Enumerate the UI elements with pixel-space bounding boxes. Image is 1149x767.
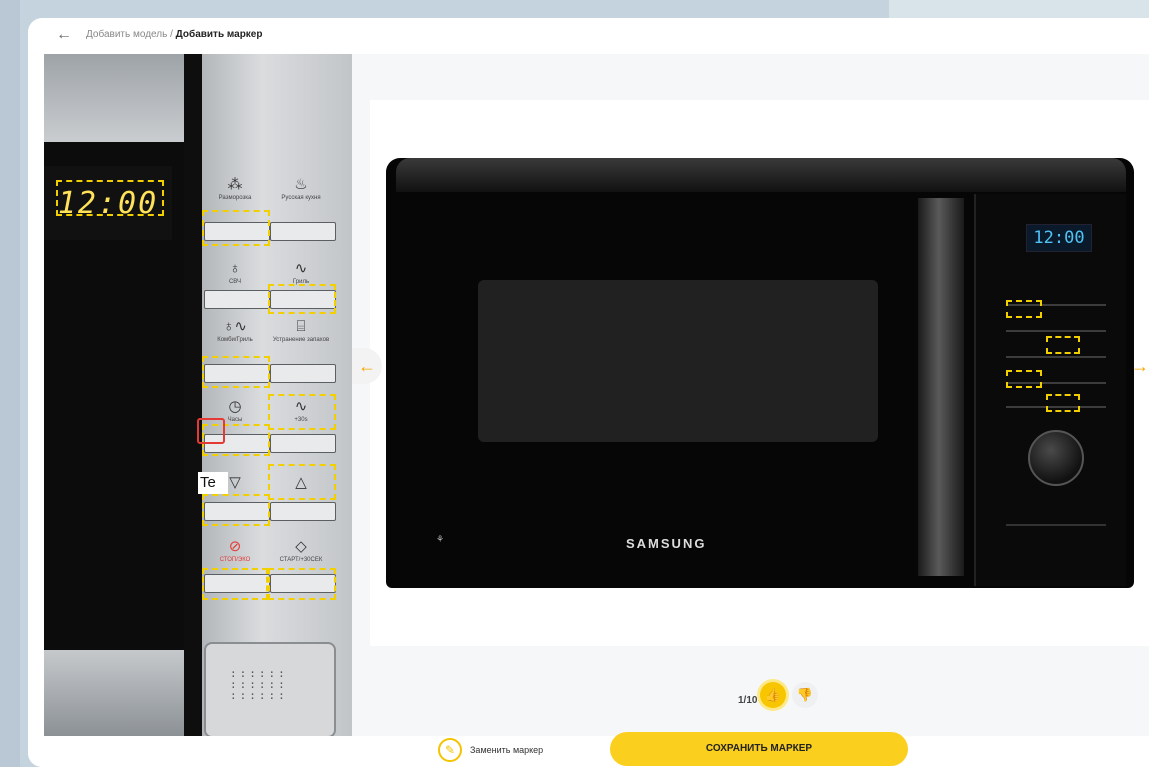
background-top-right <box>889 0 1149 18</box>
breadcrumb-current: Добавить маркер <box>175 29 263 40</box>
btn-label: СТАРТ/+30СЕК <box>279 557 323 563</box>
button-row <box>1006 356 1106 358</box>
btn-russian-cuisine: ♨ Русская кухня <box>270 176 332 202</box>
door-handle <box>918 198 964 576</box>
save-marker-button[interactable]: СОХРАНИТЬ МАРКЕР <box>610 732 908 766</box>
marker-display[interactable] <box>56 180 164 216</box>
selected-marker-handle[interactable] <box>197 418 225 444</box>
back-arrow-icon[interactable]: ← <box>56 26 72 44</box>
clock-icon: ◷ <box>228 398 242 415</box>
dial-knob <box>1028 430 1084 486</box>
btn-label: Комби/Гриль <box>217 337 253 343</box>
header: ← Добавить модель / Добавить маркер <box>28 18 1149 54</box>
marker-small-2[interactable] <box>1046 336 1080 354</box>
bottom-row <box>1006 524 1106 526</box>
btn-stop-eco: ⊘ СТОП/ЭКО <box>204 538 266 564</box>
btn-deodorize: ⌸ Устранение запахов <box>270 318 332 344</box>
replace-label: Заменить маркер <box>470 745 544 755</box>
speaker-grille: :::::::::::::::::: <box>204 642 336 736</box>
thumb-down-icon[interactable]: 👎 <box>792 682 818 708</box>
btn-label: Разморозка <box>218 195 252 201</box>
brand-logo: SAMSUNG <box>626 536 707 551</box>
combi-icon: ♁∿ <box>223 318 247 335</box>
marker-text-popup[interactable]: Te <box>198 472 228 494</box>
key-up[interactable] <box>270 502 336 521</box>
thumb-up-icon[interactable]: 👍 <box>760 682 786 708</box>
footer: ✎ Заменить маркер СОХРАНИТЬ МАРКЕР <box>28 732 1149 767</box>
marker-start[interactable] <box>268 568 336 600</box>
btn-defrost: ⁂ Разморозка <box>204 176 266 202</box>
product-image[interactable]: 12:00 ⚘ SAMSUNG <box>370 100 1149 646</box>
breadcrumb-separator: / <box>170 29 173 40</box>
editor-window: ← Добавить модель / Добавить маркер 12:0… <box>28 18 1149 767</box>
replace-marker-button[interactable]: ✎ Заменить маркер <box>438 736 543 764</box>
main-area: 12:00 ⚘ SAMSUNG ← → 1/10 � <box>352 54 1149 736</box>
microwave-window <box>478 280 878 442</box>
microwave-control-panel: 12:00 <box>974 194 1126 586</box>
marker-small-3[interactable] <box>1006 370 1042 388</box>
key-russian-cuisine[interactable] <box>270 222 336 241</box>
door-gap <box>184 54 202 736</box>
button-row <box>1006 330 1106 332</box>
marker-stop-eco[interactable] <box>202 568 268 600</box>
breadcrumb: Добавить модель / Добавить маркер <box>86 29 262 40</box>
btn-microwave: ♁ СВЧ <box>204 260 266 286</box>
key-plus30s[interactable] <box>270 434 336 453</box>
microwave-icon: ♁ <box>229 260 241 277</box>
speaker-dots: :::::::::::::::::: <box>230 667 288 702</box>
microwave-top <box>396 158 1126 192</box>
stop-icon: ⊘ <box>228 538 242 555</box>
eco-logo-icon: ⚘ <box>436 534 445 544</box>
marker-small-1[interactable] <box>1006 300 1042 318</box>
grill-icon: ∿ <box>294 260 308 277</box>
marker-combi-grill[interactable] <box>202 356 270 388</box>
marker-small-4[interactable] <box>1046 394 1080 412</box>
key-microwave[interactable] <box>204 290 270 309</box>
next-arrow-icon[interactable]: → <box>1119 348 1149 384</box>
btn-label: Устранение запахов <box>272 337 330 343</box>
marker-grill[interactable] <box>268 284 336 314</box>
pager: 1/10 <box>738 695 758 706</box>
marker-down[interactable] <box>202 494 270 526</box>
btn-label: Русская кухня <box>281 195 321 201</box>
chef-hat-icon: ♨ <box>294 176 308 193</box>
btn-combi-grill: ♁∿ Комби/Гриль <box>204 318 266 344</box>
marker-defrost[interactable] <box>202 210 270 246</box>
key-deodorize[interactable] <box>270 364 336 383</box>
pencil-icon: ✎ <box>438 738 462 762</box>
microwave-display: 12:00 <box>1026 224 1092 252</box>
marker-plus30s[interactable] <box>268 394 336 430</box>
background-left <box>0 0 20 767</box>
btn-label: СТОП/ЭКО <box>219 557 251 563</box>
btn-start: ◇ СТАРТ/+30СЕК <box>270 538 332 564</box>
steel-strip-bottom <box>44 650 184 736</box>
marker-up[interactable] <box>268 464 336 500</box>
btn-label: СВЧ <box>228 279 242 285</box>
start-icon: ◇ <box>295 538 307 555</box>
zoomed-control-panel: 12:00 ⁂ Разморозка ♨ Русская кухня ♁ СВЧ… <box>44 54 352 736</box>
deodorize-icon: ⌸ <box>296 318 306 335</box>
steel-strip-top <box>44 54 184 142</box>
defrost-icon: ⁂ <box>227 176 243 193</box>
microwave-body: 12:00 ⚘ SAMSUNG <box>386 158 1134 588</box>
btn-grill: ∿ Гриль <box>270 260 332 286</box>
breadcrumb-prev[interactable]: Добавить модель <box>86 29 167 40</box>
